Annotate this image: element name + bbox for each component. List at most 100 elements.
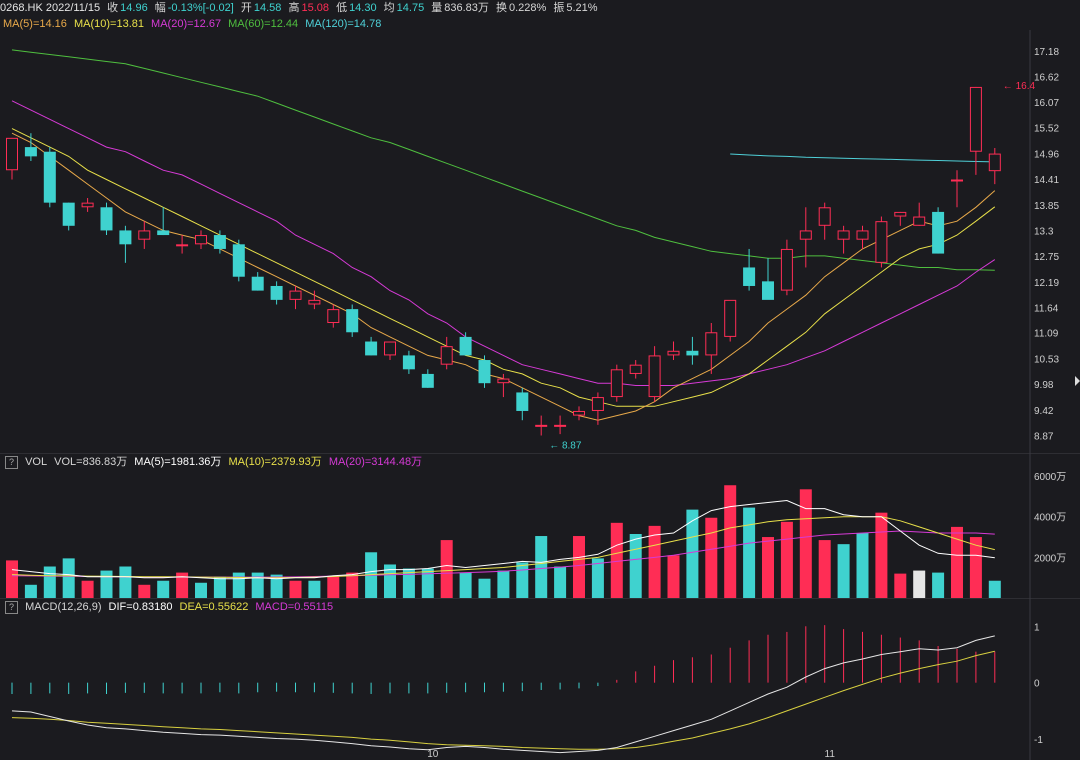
volume-bar: [762, 537, 774, 598]
volume-bar: [81, 580, 94, 598]
volume-bar: [913, 570, 926, 598]
candle-body: [402, 355, 415, 370]
volume-bar: [610, 522, 623, 598]
volume-tick-label: 6000万: [1034, 472, 1066, 483]
candle-body: [384, 341, 396, 356]
candle-body: [913, 216, 926, 226]
volume-bar: [516, 562, 529, 598]
ma120-line: [730, 153, 995, 163]
price-tick-label: 13.85: [1034, 201, 1059, 212]
volume-bar: [818, 540, 831, 598]
high-price-label: ← 16.4: [1003, 81, 1036, 92]
volume-bar: [875, 512, 888, 598]
price-tick-label: 9.98: [1034, 380, 1054, 391]
candle-body: [421, 373, 434, 388]
panel-expand-icon[interactable]: [1075, 376, 1080, 386]
volume-bar: [837, 544, 850, 598]
candle-body: [6, 137, 18, 171]
dif-line: [11, 635, 995, 754]
candle-body: [988, 153, 1001, 172]
price-tick-label: 14.41: [1034, 175, 1059, 186]
candle-body: [478, 360, 491, 384]
volume-bar: [988, 580, 1001, 598]
volume-bar: [213, 576, 226, 598]
volume-bar: [535, 536, 548, 598]
ma10-line: [11, 128, 996, 407]
volume-bar: [478, 578, 491, 598]
candle-body: [743, 267, 756, 286]
candle-body: [780, 248, 793, 291]
volume-bar: [894, 573, 907, 598]
candle-body: [667, 350, 680, 356]
candle-body: [648, 355, 661, 398]
price-tick-label: 16.62: [1034, 73, 1059, 84]
candle-body: [705, 332, 718, 356]
volume-tick-label: 2000万: [1034, 553, 1066, 564]
date-tick-label: 10: [427, 749, 439, 760]
volume-bar: [629, 534, 642, 598]
price-tick-label: 17.18: [1034, 47, 1059, 58]
candle-body: [270, 285, 283, 300]
volume-bar: [573, 536, 585, 598]
candle-body: [610, 369, 623, 398]
candle-body: [81, 202, 94, 208]
candle-body: [289, 290, 302, 300]
volume-bar: [308, 580, 321, 598]
volume-bar: [119, 566, 132, 598]
dea-line: [11, 650, 995, 750]
volume-bar: [799, 489, 812, 598]
candle-body: [195, 235, 207, 245]
volume-bar: [346, 572, 359, 598]
volume-bar: [724, 485, 737, 598]
stock-chart[interactable]: 17.18 16.62 16.07 15.52 14.96 14.41 13.85 13.3 1…: [0, 0, 1080, 760]
candle-body: [24, 147, 37, 157]
price-tick-label: 12.75: [1034, 252, 1059, 263]
ma20-line: [11, 100, 996, 386]
candle-body: [100, 207, 113, 231]
candle-body: [554, 424, 567, 427]
price-tick-label: 10.53: [1034, 355, 1059, 366]
volume-bar: [667, 555, 680, 598]
volume-bar: [686, 509, 699, 598]
volume-bar: [62, 558, 75, 598]
candle-body: [176, 244, 189, 247]
candle-body: [497, 378, 510, 384]
candle-body: [724, 299, 737, 337]
candle-body: [327, 309, 340, 324]
volume-bar: [24, 584, 37, 598]
candle-body: [762, 281, 774, 300]
volume-bar: [459, 572, 472, 598]
candle-body: [686, 350, 699, 356]
candle-body: [875, 221, 888, 263]
candle-body: [440, 346, 453, 365]
volume-bar: [554, 566, 567, 598]
candle-body: [232, 244, 245, 277]
candle-body: [591, 397, 604, 411]
candle-body: [894, 211, 907, 217]
candle-body: [535, 424, 548, 427]
price-tick-label: 13.3: [1034, 226, 1054, 237]
candle-body: [213, 235, 226, 249]
candle-body: [837, 230, 850, 240]
candle-body: [818, 207, 831, 226]
candle-body: [516, 392, 529, 411]
volume-bar: [138, 584, 151, 598]
candle-body: [138, 230, 151, 240]
candle-body: [157, 230, 170, 236]
volume-bar: [289, 580, 302, 598]
volume-bar: [327, 576, 340, 598]
candle-body: [346, 309, 359, 333]
candle-body: [459, 336, 472, 356]
volume-bar: [856, 532, 869, 598]
volume-bar: [195, 582, 207, 598]
price-tick-label: 11.64: [1034, 303, 1059, 314]
date-tick-label: 11: [825, 749, 836, 760]
volume-bar: [932, 572, 945, 598]
macd-tick-label: 1: [1034, 622, 1040, 633]
price-tick-label: 11.09: [1034, 329, 1059, 340]
candle-body: [62, 202, 75, 226]
volume-bar: [43, 566, 56, 598]
volume-bar: [6, 560, 18, 598]
volume-bar: [100, 570, 113, 598]
candle-body: [365, 341, 378, 356]
